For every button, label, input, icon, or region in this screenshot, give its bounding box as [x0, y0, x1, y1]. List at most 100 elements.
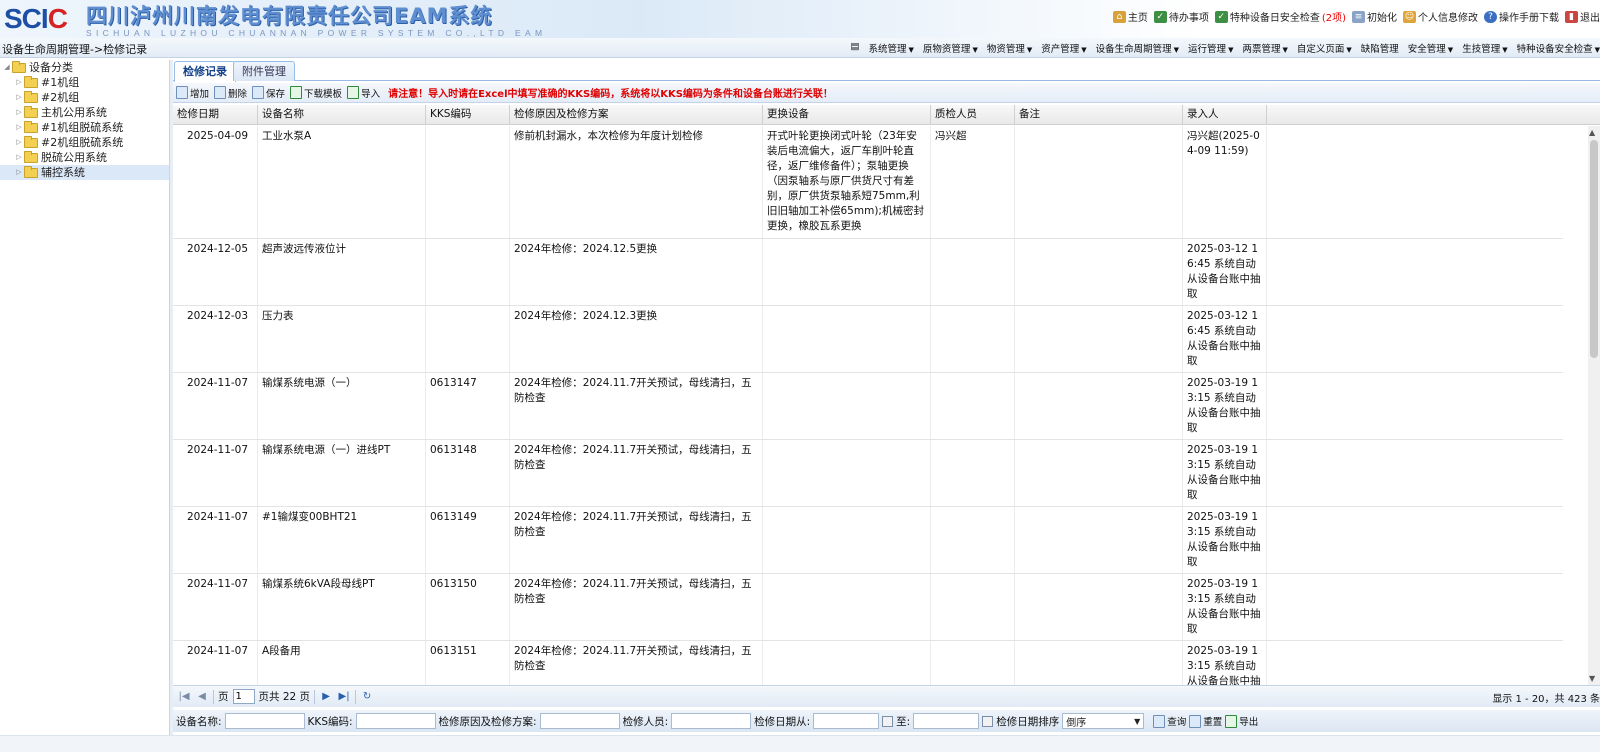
menu-raw-material[interactable]: 原物资管理 ▼ [923, 41, 978, 55]
tree-root[interactable]: ◢ 设备分类 [0, 60, 169, 75]
add-button[interactable]: 增加 [176, 86, 209, 100]
expand-icon[interactable]: ▷ [14, 105, 24, 120]
page-label: 页 [218, 691, 229, 703]
expand-icon[interactable]: ▷ [14, 90, 24, 105]
last-page-icon[interactable]: ▶| [337, 691, 351, 702]
expand-icon[interactable]: ▷ [14, 135, 24, 150]
special-check-count: (2项) [1321, 13, 1346, 24]
manual-link[interactable]: ? 操作手册下载 [1484, 9, 1559, 24]
breadcrumb: 设备生命周期管理->检修记录 [2, 43, 148, 56]
calendar-icon[interactable] [982, 715, 994, 727]
system-title: 四川泸州川南发电有限责任公司EAM系统 SICHUAN LUZHOU CHUAN… [86, 0, 542, 38]
import-button[interactable]: 导入 [347, 86, 380, 100]
scroll-thumb[interactable] [1590, 140, 1598, 358]
download-template-button[interactable]: 下载模板 [290, 86, 342, 100]
delete-icon [214, 86, 227, 99]
col-reason[interactable]: 检修原因及检修方案 [510, 105, 763, 125]
scroll-up-icon[interactable]: ▲ [1589, 128, 1595, 137]
cell-kks: 0613149 [426, 507, 510, 573]
person-input[interactable] [671, 713, 752, 729]
todo-link[interactable]: ✓ 待办事项 [1153, 9, 1209, 24]
menu-two-tickets[interactable]: 两票管理 ▼ [1242, 41, 1287, 55]
col-kks[interactable]: KKS编码 [426, 105, 510, 125]
sort-label: 检修日期排序 [996, 715, 1060, 728]
expand-icon[interactable]: ▷ [14, 150, 24, 165]
cell-replacement: 开式叶轮更换闭式叶轮（23年安装后电流偏大，返厂车削叶轮直径，返厂维修备件）；泵… [763, 126, 931, 238]
tree-item[interactable]: ▷ #2机组脱硫系统 [0, 135, 169, 150]
col-date[interactable]: 检修日期 [173, 105, 258, 125]
table-row[interactable]: 2024-11-07 A段备用 0613151 2024年检修：2024.11.… [173, 641, 1563, 685]
cell-inspector [931, 440, 1015, 506]
calendar-icon[interactable] [882, 715, 894, 727]
col-replacement[interactable]: 更换设备 [763, 105, 931, 125]
menu-lifecycle[interactable]: 设备生命周期管理 ▼ [1096, 41, 1179, 55]
cell-name: 工业水泵A [258, 126, 426, 238]
home-link[interactable]: ⌂ 主页 [1112, 9, 1148, 24]
query-button[interactable]: 查询 [1153, 714, 1186, 728]
equipment-name-input[interactable] [224, 713, 305, 729]
table-row[interactable]: 2024-11-07 输煤系统电源（一）进线PT 0613148 2024年检修… [173, 440, 1563, 507]
delete-button[interactable]: 删除 [214, 86, 247, 100]
expand-icon[interactable]: ▷ [14, 165, 24, 180]
cell-remark [1015, 507, 1183, 573]
table-row[interactable]: 2024-11-07 #1输煤变00BHT21 0613149 2024年检修：… [173, 507, 1563, 574]
cell-entered-by: 2025-03-19 13:15 系统自动从设备台账中抽取 [1183, 641, 1267, 685]
menu-defect[interactable]: 缺陷管理 [1361, 41, 1399, 55]
special-check-link[interactable]: ✓ 特种设备日安全检查 (2项) [1214, 9, 1346, 24]
cell-name: 输煤系统电源（一） [258, 373, 426, 439]
tree-item[interactable]: ▷ 主机公用系统 [0, 105, 169, 120]
scroll-down-icon[interactable]: ▼ [1589, 674, 1595, 683]
tree-item[interactable]: ▷ #1机组脱硫系统 [0, 120, 169, 135]
menu-asset[interactable]: 资产管理 ▼ [1041, 41, 1086, 55]
system-title-cn: 四川泸州川南发电有限责任公司EAM系统 [86, 4, 493, 28]
page-number-input[interactable] [232, 689, 255, 704]
menu-label: 缺陷管理 [1360, 44, 1399, 55]
cell-remark [1015, 373, 1183, 439]
export-button[interactable]: 导出 [1225, 714, 1258, 728]
grid-scrollbar[interactable]: ▲ ▼ [1588, 126, 1600, 685]
col-equipment-name[interactable]: 设备名称 [258, 105, 426, 125]
tab-maintenance-records[interactable]: 检修记录 [174, 61, 236, 82]
sort-select[interactable]: 倒序 ▼ [1062, 713, 1145, 729]
table-row[interactable]: 2024-11-07 输煤系统6kVA段母线PT 0613150 2024年检修… [173, 574, 1563, 641]
reset-label: 重置 [1203, 717, 1223, 728]
logout-link[interactable]: ▮ 退出 [1565, 9, 1600, 24]
tree-item[interactable]: ▷ #1机组 [0, 75, 169, 90]
first-page-icon[interactable]: |◀ [177, 691, 191, 702]
menu-custom-page[interactable]: 自定义页面 ▼ [1297, 41, 1352, 55]
refresh-icon[interactable]: ↻ [360, 691, 374, 702]
table-row[interactable]: 2024-12-05 超声波远传液位计 2024年检修：2024.12.5更换 … [173, 239, 1563, 306]
table-row[interactable]: 2024-11-07 输煤系统电源（一） 0613147 2024年检修：202… [173, 373, 1563, 440]
col-remark[interactable]: 备注 [1015, 105, 1183, 125]
save-button[interactable]: 保存 [252, 86, 285, 100]
reset-button[interactable]: 重置 [1189, 714, 1222, 728]
expand-icon[interactable]: ▷ [14, 75, 24, 90]
menu-operation[interactable]: 运行管理 ▼ [1188, 41, 1233, 55]
kks-input[interactable] [355, 713, 436, 729]
profile-link[interactable]: ☺ 个人信息修改 [1403, 9, 1478, 24]
table-row[interactable]: 2024-12-03 压力表 2024年检修：2024.12.3更换 2025-… [173, 306, 1563, 373]
table-row[interactable]: 2025-04-09 工业水泵A 修前机封漏水，本次检修为年度计划检修 开式叶轮… [173, 126, 1563, 239]
date-to-input[interactable] [913, 713, 980, 729]
prev-page-icon[interactable]: ◀ [195, 691, 209, 702]
collapse-icon[interactable]: ◢ [2, 60, 12, 75]
init-link[interactable]: ≡ 初始化 [1352, 9, 1397, 24]
search-bar: 设备名称: KKS编码: 检修原因及检修方案: 检修人员: 检修日期从: 至: … [173, 710, 1600, 732]
col-entered-by[interactable]: 录入人 [1183, 105, 1267, 125]
cell-replacement [763, 239, 931, 305]
tree-item[interactable]: ▷ 脱硫公用系统 [0, 150, 169, 165]
expand-icon[interactable]: ▷ [14, 120, 24, 135]
todo-link-label: 待办事项 [1168, 13, 1209, 24]
next-page-icon[interactable]: ▶ [319, 691, 333, 702]
tree-item-selected[interactable]: ▷ 辅控系统 [0, 165, 169, 180]
tab-attachments[interactable]: 附件管理 [233, 61, 295, 81]
menu-tech[interactable]: 生技管理 ▼ [1462, 41, 1507, 55]
reason-input[interactable] [539, 713, 620, 729]
col-inspector[interactable]: 质检人员 [931, 105, 1015, 125]
tree-item[interactable]: ▷ #2机组 [0, 90, 169, 105]
menu-safety[interactable]: 安全管理 ▼ [1408, 41, 1453, 55]
menu-material[interactable]: 物资管理 ▼ [987, 41, 1032, 55]
date-from-input[interactable] [813, 713, 880, 729]
menu-system[interactable]: 系统管理 ▼ [869, 41, 914, 55]
menu-special-check[interactable]: 特种设备安全检查 ▼ [1517, 41, 1600, 55]
